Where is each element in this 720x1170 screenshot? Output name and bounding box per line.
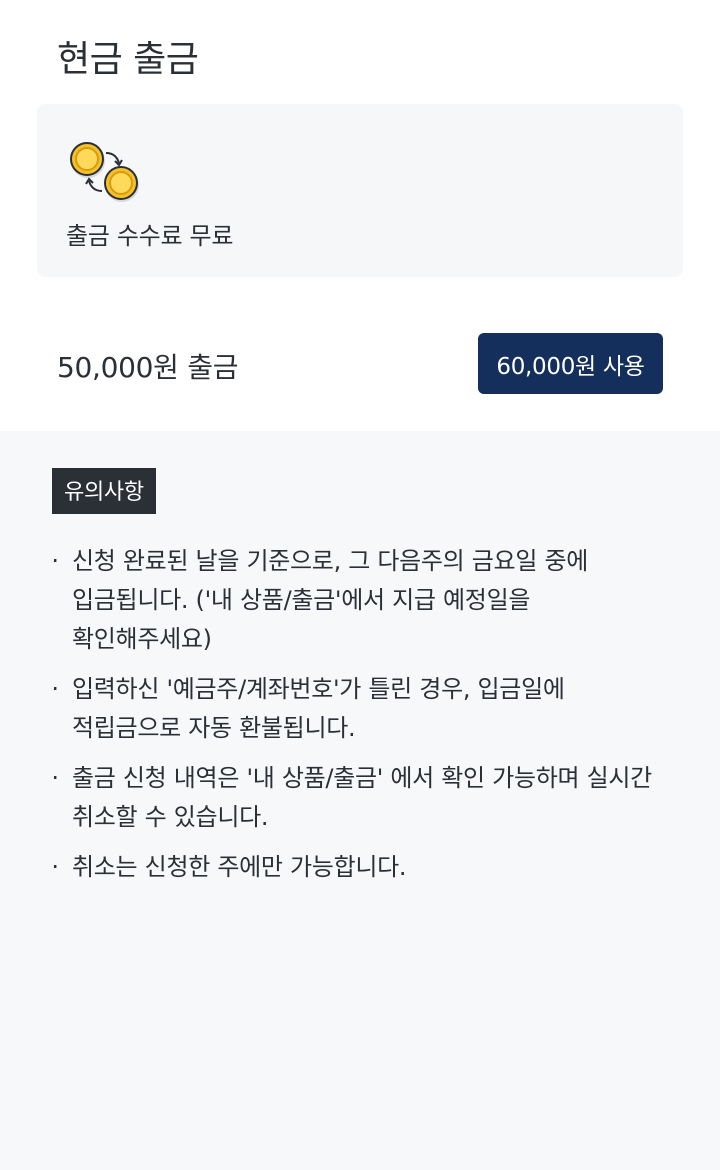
bullet-dot: · — [51, 675, 59, 703]
page-title: 현금 출금 — [57, 39, 199, 80]
list-item: · 출금 신청 내역은 '내 상품/출금' 에서 확인 가능하며 실시간 취소할… — [51, 759, 660, 837]
use-amount-button[interactable]: 60,000원 사용 — [478, 333, 663, 394]
bullet-dot: · — [51, 547, 59, 575]
bullet-dot: · — [51, 853, 59, 881]
bullet-dot: · — [51, 764, 59, 792]
notice-text: 신청 완료된 날을 기준으로, 그 다음주의 금요일 중에 입금됩니다. ('내… — [72, 547, 589, 653]
list-item: · 신청 완료된 날을 기준으로, 그 다음주의 금요일 중에 입금됩니다. (… — [51, 542, 660, 659]
list-item: · 입력하신 '예금주/계좌번호'가 틀린 경우, 입금일에 적립금으로 자동 … — [51, 670, 660, 748]
notice-badge: 유의사항 — [52, 468, 156, 514]
notice-text: 취소는 신청한 주에만 가능합니다. — [72, 853, 407, 881]
withdraw-amount: 50,000원 출금 — [57, 351, 239, 384]
withdraw-row: 50,000원 출금 60,000원 사용 — [0, 333, 720, 394]
coin-exchange-icon — [70, 142, 139, 202]
list-item: · 취소는 신청한 주에만 가능합니다. — [51, 848, 660, 887]
notice-section: 유의사항 · 신청 완료된 날을 기준으로, 그 다음주의 금요일 중에 입금됩… — [0, 431, 720, 887]
fee-free-label: 출금 수수료 무료 — [66, 222, 234, 250]
top-section: 현금 출금 출금 수수료 무료 50,000원 출금 60,000원 사용 — [0, 0, 720, 431]
notice-list: · 신청 완료된 날을 기준으로, 그 다음주의 금요일 중에 입금됩니다. (… — [0, 542, 720, 887]
notice-text: 입력하신 '예금주/계좌번호'가 틀린 경우, 입금일에 적립금으로 자동 환불… — [72, 675, 565, 742]
fee-card: 출금 수수료 무료 — [37, 104, 683, 277]
notice-text: 출금 신청 내역은 '내 상품/출금' 에서 확인 가능하며 실시간 취소할 수… — [72, 764, 652, 831]
